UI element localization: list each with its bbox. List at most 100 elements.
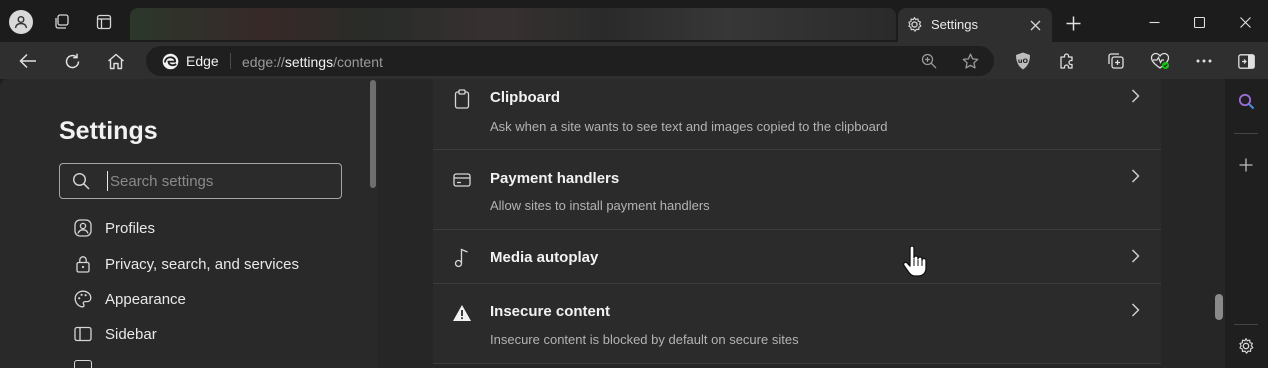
ellipsis-icon xyxy=(1196,59,1212,63)
profile-button[interactable] xyxy=(7,8,35,36)
browser-essentials-button[interactable] xyxy=(1147,48,1173,74)
heart-pulse-icon xyxy=(1150,52,1170,69)
tab-actions-icon xyxy=(96,14,112,30)
warning-icon xyxy=(451,302,473,324)
item-description: Insecure content is blocked by default o… xyxy=(490,332,799,347)
shield-icon: uO xyxy=(1016,52,1030,70)
list-item-insecure-content[interactable]: Insecure content Insecure content is blo… xyxy=(433,284,1161,364)
url-path: /content xyxy=(333,54,383,70)
maximize-icon xyxy=(1193,16,1205,28)
tab-settings[interactable]: Settings xyxy=(898,8,1052,42)
search-input[interactable] xyxy=(107,171,327,191)
puzzle-icon xyxy=(1060,53,1073,69)
other-tabs-blurred[interactable] xyxy=(130,8,896,40)
palette-icon xyxy=(74,290,92,308)
search-icon xyxy=(1238,93,1254,109)
page-title: Settings xyxy=(59,117,158,145)
search-field[interactable] xyxy=(59,163,342,199)
profile-icon xyxy=(74,219,92,237)
sidebar-add-button[interactable] xyxy=(1233,152,1259,178)
url-text[interactable]: edge://settings/content xyxy=(242,54,383,70)
rail-divider xyxy=(1234,324,1258,325)
chevron-right-icon xyxy=(1125,246,1145,266)
zoom-button[interactable] xyxy=(919,51,939,71)
lock-icon xyxy=(74,255,92,273)
back-arrow-icon xyxy=(19,53,36,69)
close-icon xyxy=(1239,16,1251,28)
home-button[interactable] xyxy=(103,48,129,74)
back-button[interactable] xyxy=(15,48,41,74)
sidebar-item-label: Appearance xyxy=(105,290,186,308)
favorite-button[interactable] xyxy=(960,51,980,71)
maximize-button[interactable] xyxy=(1187,10,1211,34)
gear-icon xyxy=(1239,338,1254,354)
tab-bar: Settings xyxy=(0,0,1268,42)
window-close-button[interactable] xyxy=(1233,10,1257,34)
more-options-button[interactable] xyxy=(1191,48,1217,74)
clipboard-icon xyxy=(451,88,473,110)
item-description: Allow sites to install payment handlers xyxy=(490,198,710,213)
item-title: Insecure content xyxy=(490,303,611,320)
plus-icon xyxy=(1066,16,1080,30)
refresh-icon xyxy=(65,53,79,68)
sidebar-item-profiles[interactable]: Profiles xyxy=(74,216,354,240)
gear-icon xyxy=(906,16,923,33)
sidebar-item-label: Sidebar xyxy=(105,325,157,343)
home-icon xyxy=(108,53,124,69)
address-bar[interactable]: Edge edge://settings/content xyxy=(146,46,994,76)
chevron-right-icon xyxy=(1125,86,1145,106)
list-item-clipboard[interactable]: Clipboard Ask when a site wants to see t… xyxy=(433,79,1161,150)
hand-cursor-icon xyxy=(902,246,928,278)
search-icon xyxy=(72,172,90,190)
minimize-button[interactable] xyxy=(1142,10,1166,34)
ublock-extension-button[interactable]: uO xyxy=(1010,48,1036,74)
extensions-button[interactable] xyxy=(1054,48,1080,74)
chevron-right-icon xyxy=(1125,300,1145,320)
sidebar-item-label: Privacy, search, and services xyxy=(105,255,299,273)
browser-label: Edge xyxy=(186,53,219,69)
sidebar-icon xyxy=(74,325,92,343)
new-tab-button[interactable] xyxy=(1062,12,1084,34)
url-host: settings xyxy=(284,54,334,70)
address-divider xyxy=(230,53,231,69)
item-title: Payment handlers xyxy=(490,170,620,187)
edge-logo-icon xyxy=(162,53,179,70)
person-icon xyxy=(14,16,28,29)
plus-icon xyxy=(1239,158,1253,172)
sidebar-toggle-button[interactable] xyxy=(1233,48,1259,74)
vertical-tabs-button[interactable] xyxy=(90,8,118,36)
list-item-media-autoplay[interactable]: Media autoplay xyxy=(433,230,1161,284)
content-scrollbar[interactable] xyxy=(1215,294,1223,320)
sidebar-item-privacy[interactable]: Privacy, search, and services xyxy=(74,252,354,276)
toolbar: Edge edge://settings/content uO xyxy=(0,42,1268,79)
sidebar-item-partial-icon xyxy=(74,360,92,368)
list-item-payment-handlers[interactable]: Payment handlers Allow sites to install … xyxy=(433,150,1161,230)
zoom-icon xyxy=(921,53,937,69)
item-title: Media autoplay xyxy=(490,249,599,266)
music-note-icon xyxy=(451,247,473,269)
item-title: Clipboard xyxy=(490,89,560,106)
workspaces-button[interactable] xyxy=(48,8,76,36)
refresh-button[interactable] xyxy=(59,48,85,74)
sidebar-search-button[interactable] xyxy=(1233,88,1259,114)
sidebar-settings-button[interactable] xyxy=(1233,333,1259,359)
sidebar-item-label: Profiles xyxy=(105,219,156,237)
rail-divider xyxy=(1234,133,1258,134)
card-icon xyxy=(451,169,473,191)
close-icon xyxy=(1030,20,1040,30)
sidebar-item-appearance[interactable]: Appearance xyxy=(74,287,354,311)
svg-text:uO: uO xyxy=(1018,57,1029,65)
tab-close-button[interactable] xyxy=(1026,16,1044,34)
minimize-icon xyxy=(1149,21,1159,23)
chevron-right-icon xyxy=(1125,166,1145,186)
nav-scrollbar[interactable] xyxy=(370,80,376,188)
tab-title: Settings xyxy=(931,17,978,32)
url-scheme: edge:// xyxy=(242,54,285,70)
sidebar-panel-icon xyxy=(1237,53,1255,69)
collections-icon xyxy=(1108,53,1124,69)
star-icon xyxy=(962,53,978,69)
collections-button[interactable] xyxy=(1103,48,1129,74)
item-description: Ask when a site wants to see text and im… xyxy=(490,119,888,134)
sidebar-item-sidebar[interactable]: Sidebar xyxy=(74,322,354,346)
avatar xyxy=(9,10,33,34)
